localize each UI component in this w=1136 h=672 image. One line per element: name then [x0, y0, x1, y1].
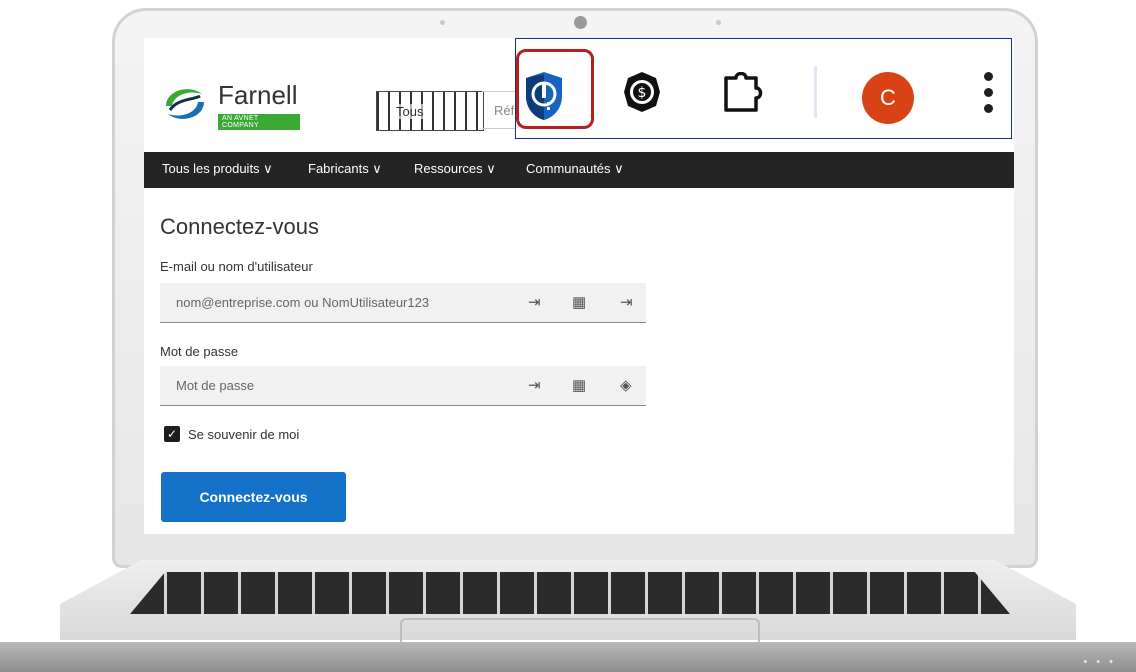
farnell-swirl-icon [166, 89, 204, 119]
barcode-scanner-icon[interactable] [376, 91, 484, 131]
webcam-icon [574, 16, 587, 29]
page-title: Connectez-vous [160, 214, 319, 239]
dollar-shield-extension-icon[interactable]: $ [620, 70, 664, 114]
logo-text: Farnell [218, 80, 298, 110]
password-input[interactable]: Mot de passe [176, 378, 254, 393]
remember-me-checkbox[interactable]: ✓ [164, 426, 180, 442]
search-category-label[interactable]: Tous [396, 104, 424, 119]
email-input[interactable]: nom@entreprise.com ou NomUtilisateur123 [176, 295, 429, 310]
selected-extension-highlight [516, 49, 594, 129]
email-field[interactable]: nom@entreprise.com ou NomUtilisateur123 … [160, 283, 646, 323]
logo-tagline: AN AVNET COMPANY [218, 114, 300, 130]
qr-code-icon[interactable]: ▦ [572, 376, 586, 394]
svg-text:$: $ [638, 85, 647, 101]
lid-dot [716, 20, 721, 25]
login-arrow-icon[interactable]: ⇥ [620, 293, 633, 311]
email-label: E-mail ou nom d'utilisateur [160, 259, 313, 274]
show-password-icon[interactable]: ◈ [620, 376, 632, 394]
profile-avatar[interactable]: C [862, 72, 914, 124]
password-label: Mot de passe [160, 344, 239, 359]
nav-item-resources[interactable]: Ressources ∨ [414, 161, 496, 177]
password-field[interactable]: Mot de passe ⇥ ▦ ◈ [160, 366, 646, 406]
nav-item-communities[interactable]: Communautés ∨ [526, 161, 624, 177]
login-button[interactable]: Connectez-vous [161, 472, 346, 522]
trackpad [400, 618, 760, 644]
autofill-icon[interactable]: ⇥ [528, 376, 541, 394]
keyboard [130, 572, 1010, 614]
main-nav: Tous les produits ∨ Fabricants ∨ Ressour… [144, 152, 1014, 188]
lid-dot [440, 20, 445, 25]
nav-item-all-products[interactable]: Tous les produits ∨ [162, 161, 273, 177]
farnell-logo[interactable]: Farnell AN AVNET COMPANY [160, 80, 300, 130]
toolbar-divider [814, 66, 817, 118]
extensions-puzzle-icon[interactable] [720, 72, 766, 116]
qr-code-icon[interactable]: ▦ [572, 293, 586, 311]
nav-item-manufacturers[interactable]: Fabricants ∨ [308, 161, 382, 177]
laptop-base: • • • [0, 642, 1136, 672]
base-dots: • • • [1083, 656, 1116, 668]
more-vert-icon[interactable] [982, 72, 994, 116]
autofill-icon[interactable]: ⇥ [528, 293, 541, 311]
remember-me-label: Se souvenir de moi [188, 427, 300, 442]
